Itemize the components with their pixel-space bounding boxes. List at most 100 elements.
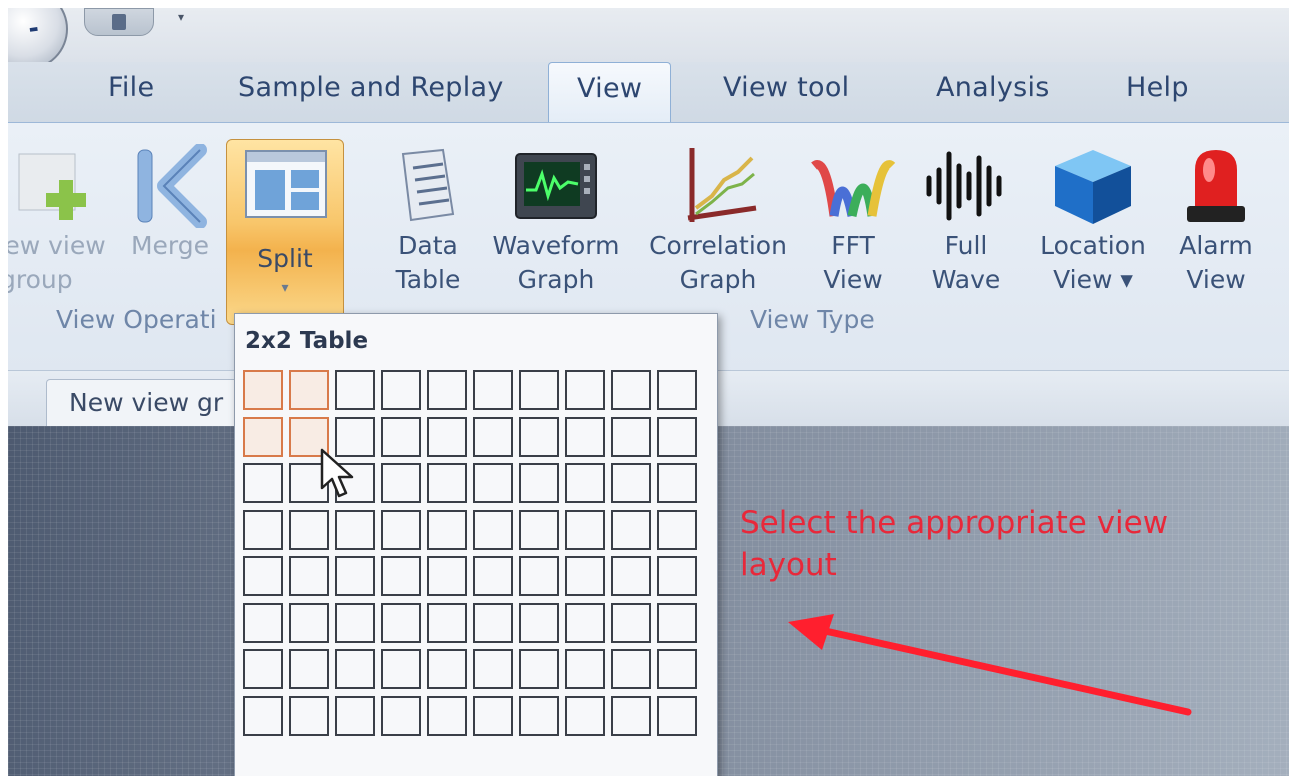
layout-grid-cell[interactable] [657, 370, 697, 410]
layout-grid-cell[interactable] [473, 416, 513, 457]
merge-button[interactable]: Merge [120, 143, 220, 263]
application-window: ▬ ▾ File Sample and Replay View View too… [8, 8, 1289, 776]
layout-grid-cell[interactable] [335, 649, 375, 689]
layout-grid-cell[interactable] [381, 695, 421, 736]
layout-grid-cell[interactable] [657, 695, 697, 736]
layout-grid-cell[interactable] [243, 370, 283, 410]
layout-grid-cell[interactable] [565, 509, 605, 550]
layout-grid-cell[interactable] [289, 602, 329, 643]
layout-grid-cell[interactable] [381, 649, 421, 689]
layout-grid-cell[interactable] [611, 695, 651, 736]
tab-file[interactable]: File [108, 72, 154, 103]
layout-grid-cell[interactable] [427, 602, 467, 643]
save-button[interactable] [84, 8, 154, 36]
waveform-graph-button[interactable]: Waveform Graph [488, 143, 624, 297]
split-button[interactable]: Split ▾ [226, 139, 344, 325]
layout-grid-cell[interactable] [335, 370, 375, 410]
layout-grid-cell[interactable] [381, 416, 421, 457]
layout-grid-cell[interactable] [381, 602, 421, 643]
tab-analysis[interactable]: Analysis [936, 72, 1050, 103]
layout-grid-cell[interactable] [611, 416, 651, 457]
layout-grid-cell[interactable] [427, 649, 467, 689]
layout-grid-cell[interactable] [473, 695, 513, 736]
layout-grid-cell[interactable] [519, 370, 559, 410]
layout-grid-cell[interactable] [381, 370, 421, 410]
layout-grid-cell[interactable] [335, 602, 375, 643]
layout-grid-cell[interactable] [611, 602, 651, 643]
layout-grid-cell[interactable] [611, 649, 651, 689]
tab-sample-and-replay[interactable]: Sample and Replay [238, 72, 504, 103]
layout-grid-cell[interactable] [565, 556, 605, 596]
layout-grid-cell[interactable] [657, 509, 697, 550]
layout-grid-cell[interactable] [565, 695, 605, 736]
full-wave-button[interactable]: Full Wave [918, 143, 1014, 297]
fft-view-button[interactable]: FFT View [808, 143, 898, 297]
layout-grid-cell[interactable] [657, 463, 697, 503]
layout-grid-cell[interactable] [335, 509, 375, 550]
layout-grid-cell[interactable] [657, 602, 697, 643]
layout-grid-cell[interactable] [519, 556, 559, 596]
layout-grid-cell[interactable] [243, 695, 283, 736]
layout-grid-cell[interactable] [289, 695, 329, 736]
layout-grid-cell[interactable] [519, 602, 559, 643]
layout-grid-cell[interactable] [473, 370, 513, 410]
fft-spectrum-icon [808, 143, 898, 229]
layout-grid-cell[interactable] [473, 602, 513, 643]
location-view-button[interactable]: Location View ▾ [1028, 143, 1158, 297]
layout-grid-cell[interactable] [657, 556, 697, 596]
layout-grid-cell[interactable] [473, 509, 513, 550]
layout-grid-cell[interactable] [335, 556, 375, 596]
layout-grid-cell[interactable] [289, 509, 329, 550]
layout-grid-cell[interactable] [427, 416, 467, 457]
instruction-annotation: Select the appropriate view layout [740, 505, 1169, 583]
layout-grid-cell[interactable] [565, 602, 605, 643]
layout-grid-cell[interactable] [473, 556, 513, 596]
layout-grid [243, 370, 703, 742]
layout-grid-cell[interactable] [565, 463, 605, 503]
layout-grid-cell[interactable] [289, 370, 329, 410]
layout-grid-cell[interactable] [473, 649, 513, 689]
layout-grid-cell[interactable] [519, 416, 559, 457]
layout-grid-cell[interactable] [243, 509, 283, 550]
customize-toolbar-icon[interactable]: ▾ [178, 10, 184, 24]
layout-grid-cell[interactable] [243, 416, 283, 457]
layout-grid-cell[interactable] [427, 463, 467, 503]
tab-view-tool[interactable]: View tool [723, 72, 849, 103]
layout-grid-cell[interactable] [657, 649, 697, 689]
layout-grid-cell[interactable] [243, 463, 283, 503]
layout-grid-cell[interactable] [657, 416, 697, 457]
layout-grid-cell[interactable] [611, 463, 651, 503]
layout-grid-cell[interactable] [427, 695, 467, 736]
layout-grid-cell[interactable] [565, 370, 605, 410]
layout-grid-cell[interactable] [611, 509, 651, 550]
tab-view[interactable]: View [548, 62, 672, 126]
layout-grid-cell[interactable] [427, 556, 467, 596]
group-label-view-type: View Type [750, 305, 875, 334]
layout-grid-cell[interactable] [289, 649, 329, 689]
layout-grid-cell[interactable] [519, 463, 559, 503]
layout-grid-cell[interactable] [381, 463, 421, 503]
layout-grid-cell[interactable] [565, 416, 605, 457]
layout-grid-cell[interactable] [519, 509, 559, 550]
layout-grid-cell[interactable] [243, 649, 283, 689]
new-view-group-button[interactable]: ew view group [8, 143, 110, 297]
tab-help[interactable]: Help [1126, 72, 1189, 103]
layout-grid-cell[interactable] [565, 649, 605, 689]
layout-grid-cell[interactable] [335, 695, 375, 736]
layout-grid-cell[interactable] [519, 649, 559, 689]
correlation-graph-button[interactable]: Correlation Graph [638, 143, 798, 297]
layout-grid-cell[interactable] [611, 370, 651, 410]
layout-grid-cell[interactable] [381, 509, 421, 550]
layout-grid-cell[interactable] [243, 556, 283, 596]
layout-grid-cell[interactable] [611, 556, 651, 596]
layout-grid-cell[interactable] [519, 695, 559, 736]
layout-grid-cell[interactable] [381, 556, 421, 596]
layout-grid-cell[interactable] [473, 463, 513, 503]
alarm-view-button[interactable]: Alarm View [1166, 143, 1266, 297]
layout-grid-cell[interactable] [427, 370, 467, 410]
layout-grid-cell[interactable] [289, 556, 329, 596]
application-menu-button[interactable]: ▬ [8, 8, 68, 70]
layout-grid-cell[interactable] [427, 509, 467, 550]
layout-grid-cell[interactable] [243, 602, 283, 643]
data-table-button[interactable]: Data Table [378, 143, 478, 297]
